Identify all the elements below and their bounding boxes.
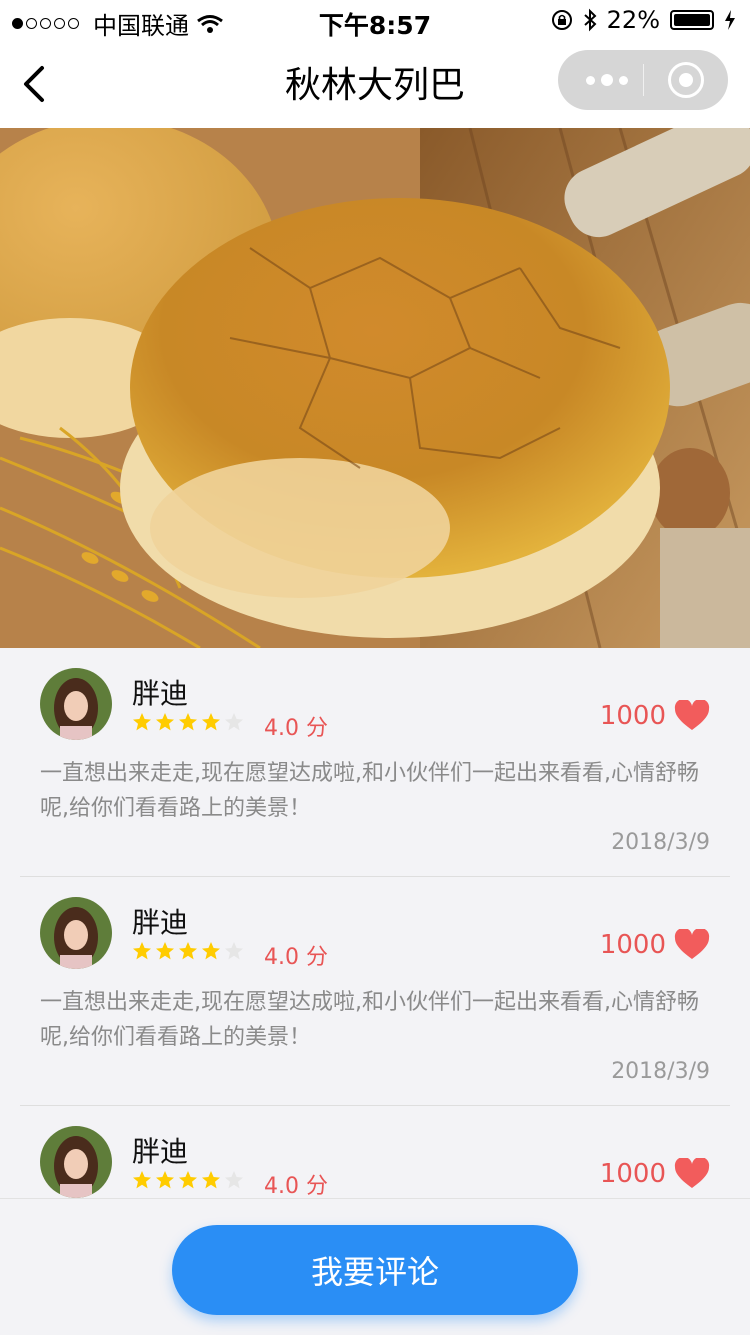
comment-item: 胖迪 4.0 分 1000 一直想出来走走,现在愿望达成啦,和小伙伴们一起出来看…	[20, 648, 730, 877]
comment-item: 胖迪 4.0 分 1000 一直想出来走走,现在愿望达成啦,和小伙伴们一起出来看…	[20, 877, 730, 1106]
rating-stars	[132, 712, 244, 732]
star-filled-icon	[133, 942, 151, 960]
star-filled-icon	[133, 1171, 151, 1189]
like-group[interactable]: 1000	[600, 1158, 710, 1190]
comment-date: 2018/3/9	[611, 1059, 710, 1084]
mini-program-capsule	[558, 50, 728, 110]
star-filled-icon	[179, 713, 197, 731]
bottom-bar: 我要评论	[0, 1198, 750, 1335]
avatar[interactable]	[40, 668, 112, 740]
more-dots-icon[interactable]	[586, 68, 646, 92]
comment-username: 胖迪	[132, 1135, 189, 1168]
heart-icon[interactable]	[674, 700, 710, 732]
nav-bar: 秋林大列巴	[0, 40, 750, 128]
star-filled-icon	[202, 1171, 220, 1189]
star-filled-icon	[156, 1171, 174, 1189]
battery-icon	[670, 10, 714, 30]
star-filled-icon	[133, 713, 151, 731]
star-filled-icon	[156, 942, 174, 960]
status-right: 22%	[551, 6, 736, 34]
star-empty-icon	[225, 942, 243, 960]
status-bar: 中国联通 下午8:57 22%	[0, 0, 750, 40]
hero-image	[0, 128, 750, 648]
heart-icon[interactable]	[674, 929, 710, 961]
star-empty-icon	[225, 713, 243, 731]
star-filled-icon	[179, 1171, 197, 1189]
like-count: 1000	[599, 701, 666, 731]
heart-icon[interactable]	[674, 1158, 710, 1190]
star-filled-icon	[202, 713, 220, 731]
rating-score: 4.0 分	[264, 716, 328, 741]
charging-icon	[725, 10, 735, 30]
comment-username: 胖迪	[132, 677, 189, 710]
rating-stars	[132, 1170, 244, 1190]
star-filled-icon	[202, 942, 220, 960]
capsule-divider	[643, 64, 644, 96]
rating-score: 4.0 分	[264, 1174, 328, 1199]
star-filled-icon	[156, 713, 174, 731]
avatar[interactable]	[40, 897, 112, 969]
like-count: 1000	[599, 1159, 666, 1189]
like-group[interactable]: 1000	[600, 929, 710, 961]
like-group[interactable]: 1000	[600, 700, 710, 732]
battery-percent: 22%	[606, 6, 660, 34]
star-empty-icon	[225, 1171, 243, 1189]
comment-username: 胖迪	[132, 906, 189, 939]
comment-text: 一直想出来走走,现在愿望达成啦,和小伙伴们一起出来看看,心情舒畅呢,给你们看看路…	[40, 761, 699, 821]
avatar[interactable]	[40, 1126, 112, 1198]
rating-stars	[132, 941, 244, 961]
comment-text: 一直想出来走走,现在愿望达成啦,和小伙伴们一起出来看看,心情舒畅呢,给你们看看路…	[40, 990, 699, 1050]
star-filled-icon	[179, 942, 197, 960]
write-comment-button[interactable]: 我要评论	[172, 1225, 578, 1315]
bluetooth-icon	[583, 8, 597, 32]
rating-score: 4.0 分	[264, 945, 328, 970]
comment-date: 2018/3/9	[611, 830, 710, 855]
rotation-lock-icon	[551, 10, 572, 30]
close-circle-icon[interactable]	[668, 62, 704, 98]
like-count: 1000	[599, 930, 666, 960]
